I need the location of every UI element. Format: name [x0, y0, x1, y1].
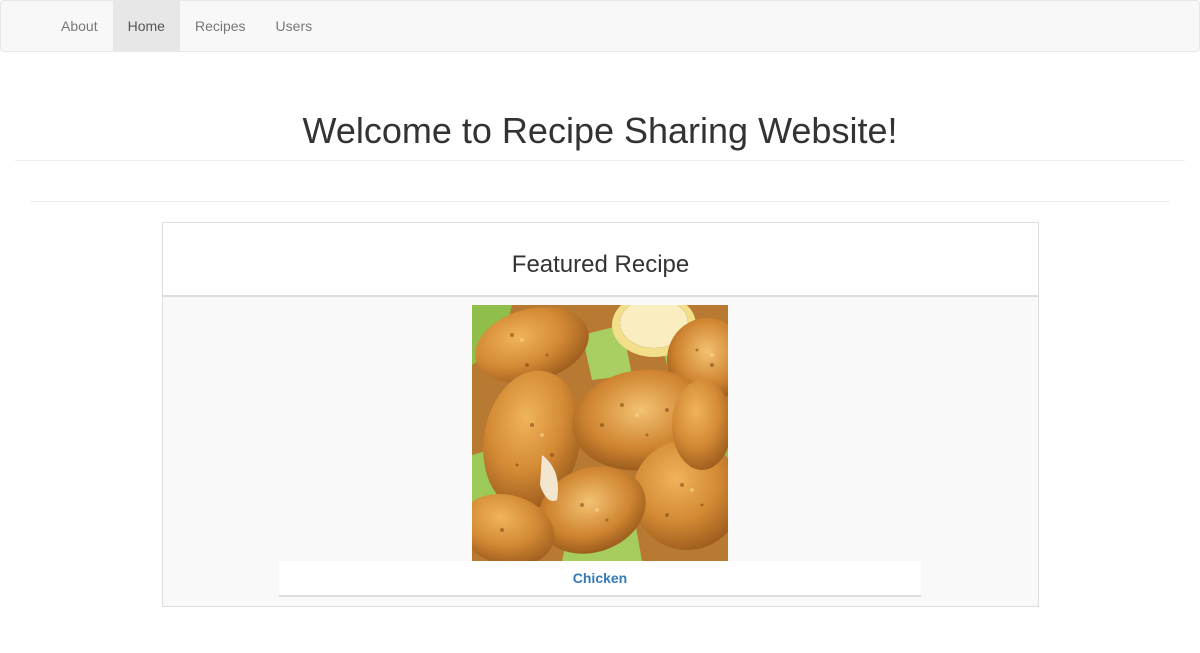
featured-recipe-panel: Featured Recipe Chicken [162, 222, 1039, 607]
panel-title: Featured Recipe [511, 251, 690, 278]
top-navbar: About Home Recipes Users [0, 0, 1200, 52]
featured-recipe-image[interactable] [472, 305, 728, 561]
recipe-caption: Chicken [279, 561, 921, 597]
nav-link-about[interactable]: About [46, 1, 113, 51]
section-divider [30, 201, 1170, 202]
recipe-name-link[interactable]: Chicken [279, 561, 921, 595]
nav-link-users[interactable]: Users [261, 1, 328, 51]
title-divider [15, 160, 1185, 161]
panel-heading: Featured Recipe [163, 223, 1038, 297]
nav-links: About Home Recipes Users [46, 1, 327, 51]
nav-link-recipes[interactable]: Recipes [180, 1, 261, 51]
nav-link-home[interactable]: Home [112, 1, 180, 51]
page-title: Welcome to Recipe Sharing Website! [302, 110, 898, 151]
fried-chicken-photo [472, 305, 728, 561]
